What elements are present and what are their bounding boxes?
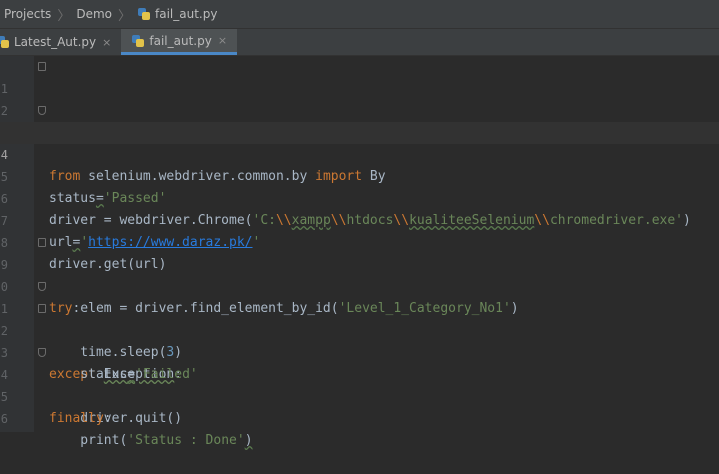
breadcrumb-item-file[interactable]: fail_aut.py	[137, 0, 217, 28]
tab-fail-aut[interactable]: fail_aut.py ×	[121, 29, 238, 55]
python-file-icon	[137, 7, 151, 21]
code-line[interactable]: 2 import time	[0, 78, 719, 140]
code-line[interactable]: 1 from selenium import webdriver	[0, 56, 719, 140]
fold-icon[interactable]	[38, 304, 46, 313]
code-line[interactable]: 4 driver.quit()	[0, 342, 719, 426]
breadcrumb-item-projects[interactable]: Projects	[4, 0, 51, 28]
code-editor[interactable]: 1 from selenium import webdriver 2 impor…	[0, 56, 719, 448]
code-line[interactable]: 9 try:	[0, 232, 719, 316]
tab-label: fail_aut.py	[149, 33, 212, 48]
fold-icon[interactable]	[38, 238, 46, 247]
code-line[interactable]: 6 driver = webdriver.Chrome('C:\\xampp\\…	[0, 166, 719, 228]
code-line[interactable]: 5 finally:	[0, 364, 719, 426]
chevron-right-icon: 〉	[57, 8, 71, 24]
close-icon[interactable]: ×	[102, 36, 111, 49]
tab-label: Latest_Aut.py	[14, 35, 97, 49]
breadcrumb-item-demo[interactable]: Demo	[76, 0, 112, 28]
fold-end-icon[interactable]	[38, 106, 46, 115]
code-line[interactable]: 3 status='Failed'	[0, 320, 719, 382]
python-file-icon	[131, 34, 145, 48]
code-line[interactable]: 6 print('Status : Done')	[0, 386, 719, 448]
code-line[interactable]: 0 elem = driver.find_element_by_id('Leve…	[0, 254, 719, 316]
editor-tab-bar: Latest_Aut.py × fail_aut.py ×	[0, 29, 719, 56]
code-line[interactable]: 8 driver.get(url)	[0, 210, 719, 272]
code-line[interactable]: 1 time.sleep(3)	[0, 276, 719, 360]
breadcrumb-label: fail_aut.py	[155, 7, 218, 21]
tab-latest-aut[interactable]: Latest_Aut.py ×	[0, 29, 121, 55]
code-line[interactable]: 5 status='Passed'	[0, 144, 719, 206]
fold-end-icon[interactable]	[38, 348, 46, 357]
breadcrumb-label: Demo	[76, 7, 112, 21]
line-number: 6	[0, 412, 8, 426]
chevron-right-icon: 〉	[117, 8, 131, 24]
breadcrumb: Projects 〉 Demo 〉 fail_aut.py	[0, 0, 719, 29]
code-line[interactable]: 7 url='https://www.daraz.pk/'	[0, 188, 719, 250]
fold-end-icon[interactable]	[38, 282, 46, 291]
breadcrumb-label: Projects	[4, 7, 52, 21]
python-file-icon	[0, 35, 10, 49]
fold-icon[interactable]	[38, 62, 46, 71]
code-line[interactable]: 2 except Exception:	[0, 298, 719, 382]
code-line-current[interactable]: 4	[0, 122, 719, 162]
close-icon[interactable]: ×	[218, 34, 227, 47]
code-line[interactable]: 3 from selenium.webdriver.common.by impo…	[0, 100, 719, 184]
